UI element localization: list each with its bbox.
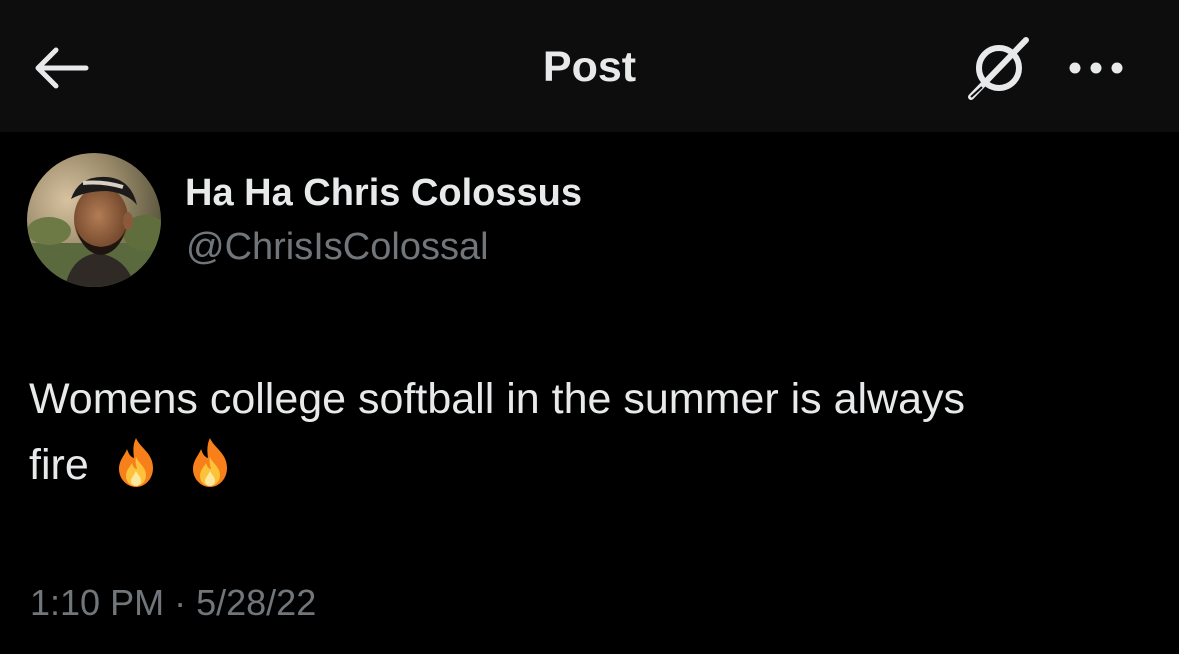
back-button[interactable] xyxy=(28,38,94,98)
post-timestamp[interactable]: 1:10 PM · 5/28/22 xyxy=(30,580,316,626)
author-name[interactable]: Ha Ha Chris Colossus xyxy=(185,168,582,218)
fire-emoji-icon xyxy=(109,435,163,508)
avatar-image xyxy=(27,153,161,287)
author-handle[interactable]: @ChrisIsColossal xyxy=(186,222,489,272)
post-time: 1:10 PM xyxy=(30,582,165,623)
post-date: 5/28/22 xyxy=(196,582,317,623)
grok-button[interactable] xyxy=(962,34,1036,102)
top-bar: Post xyxy=(0,0,1179,132)
arrow-left-icon xyxy=(35,47,89,89)
fire-emoji-icon xyxy=(183,435,237,508)
post-text: Womens college softball in the summer is… xyxy=(29,366,1149,508)
post-text-line-1: Womens college softball in the summer is… xyxy=(29,375,966,423)
post-text-line-2: fire xyxy=(29,441,89,489)
more-horizontal-icon xyxy=(1069,62,1123,74)
grok-slash-icon xyxy=(968,37,1029,100)
timestamp-separator: · xyxy=(174,582,187,623)
avatar[interactable] xyxy=(27,153,161,287)
more-options-button[interactable] xyxy=(1060,44,1132,92)
